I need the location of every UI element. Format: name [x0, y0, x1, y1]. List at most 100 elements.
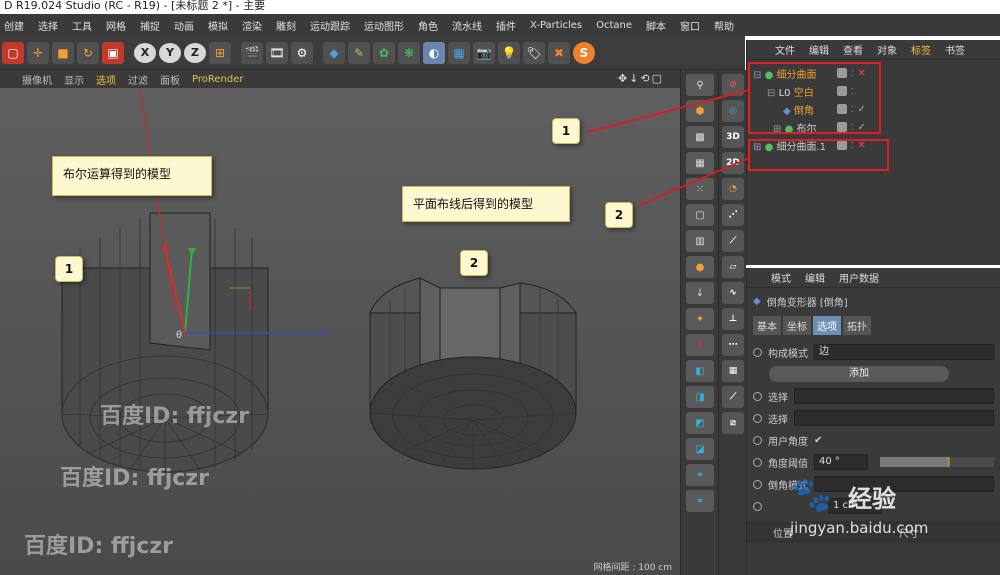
- bevel-mode-radio[interactable]: [753, 479, 762, 489]
- enabled-check-icon[interactable]: ✓: [858, 104, 866, 115]
- menu-item-plugins[interactable]: 插件: [496, 18, 516, 33]
- snap-axis-icon[interactable]: ⊥: [722, 308, 744, 330]
- om-menu-edit[interactable]: 编辑: [809, 42, 829, 57]
- snap-enable-icon[interactable]: ⬇: [686, 334, 714, 356]
- am-menu-userdata[interactable]: 用户数据: [839, 270, 879, 285]
- menu-item-animate[interactable]: 动画: [174, 18, 194, 33]
- user-angle-radio[interactable]: [753, 435, 762, 445]
- menu-item-window[interactable]: 窗口: [680, 18, 700, 33]
- scale-tool-icon[interactable]: ■: [52, 41, 74, 64]
- axis-y-button[interactable]: Y: [159, 42, 181, 63]
- rotate-tool-icon[interactable]: ↻: [77, 41, 99, 64]
- make-editable-icon[interactable]: ⚲: [686, 74, 714, 96]
- viewport-menu-prorender[interactable]: ProRender: [192, 74, 243, 85]
- plane-model[interactable]: [369, 277, 577, 470]
- array-icon[interactable]: ❋: [398, 41, 420, 64]
- points-mode-icon[interactable]: ⁙: [686, 178, 714, 200]
- om-menu-file[interactable]: 文件: [775, 42, 795, 57]
- snap-edge-icon[interactable]: ⟋: [722, 230, 744, 252]
- tree-row-bevel[interactable]: ◆ 倒角 ⁚ ✓: [747, 100, 1000, 118]
- model-mode-icon[interactable]: ⬢: [686, 100, 714, 122]
- om-menu-tags[interactable]: 标签: [911, 42, 931, 57]
- snap-guide-icon[interactable]: ⟋: [722, 386, 744, 408]
- viewport-menu-panel[interactable]: 面板: [160, 72, 180, 87]
- stereo-view-2-icon[interactable]: ⚭: [686, 490, 714, 512]
- snap-3d-button[interactable]: 3D: [722, 126, 744, 148]
- component-mode-select[interactable]: 边: [814, 344, 994, 360]
- viewport-layout-2-icon[interactable]: ◨: [686, 386, 714, 408]
- angle-threshold-radio[interactable]: [753, 457, 762, 467]
- menu-item-tools[interactable]: 工具: [72, 18, 92, 33]
- menu-item-render[interactable]: 渲染: [242, 18, 262, 33]
- om-menu-view[interactable]: 查看: [843, 42, 863, 57]
- viewport-layout-4-icon[interactable]: ◪: [686, 438, 714, 460]
- angle-threshold-field[interactable]: 40 °: [814, 454, 868, 470]
- coordinate-system-icon[interactable]: ⊞: [209, 41, 231, 64]
- select-2-field[interactable]: [794, 410, 994, 426]
- viewport-layout-1-icon[interactable]: ◧: [686, 360, 714, 382]
- snap-2d-button[interactable]: 2D: [722, 152, 744, 174]
- 3d-viewport[interactable]: θ 百度ID: ffjczr 百度ID: ffjczr 百度ID: ffjczr…: [0, 88, 680, 575]
- viewport-menu-camera[interactable]: 摄像机: [22, 72, 52, 87]
- am-menu-edit[interactable]: 编辑: [805, 270, 825, 285]
- subdivision-icon[interactable]: ✿: [373, 41, 395, 64]
- menu-item-create[interactable]: 创建: [4, 18, 24, 33]
- user-angle-checkbox[interactable]: ✔: [814, 435, 822, 446]
- edges-mode-icon[interactable]: ▢: [686, 204, 714, 226]
- select-1-radio[interactable]: [753, 391, 762, 401]
- recent-tool-icon[interactable]: ▣: [102, 41, 124, 64]
- menu-item-motion-tracking[interactable]: 运动跟踪: [310, 18, 350, 33]
- offset-radio[interactable]: [753, 501, 762, 511]
- octane-icon[interactable]: S: [573, 41, 595, 64]
- enabled-check-icon[interactable]: ✓: [858, 122, 866, 133]
- workplane-icon[interactable]: ▦: [686, 152, 714, 174]
- tree-row-subdivision-1[interactable]: ⊞ ● 细分曲面.1 ⁚ ✕: [747, 136, 1000, 154]
- tab-coordinates[interactable]: 坐标: [783, 316, 811, 335]
- menu-item-sculpt[interactable]: 雕刻: [276, 18, 296, 33]
- tree-row-subdivision[interactable]: ⊟ ● 细分曲面 ⁚ ✕: [747, 64, 1000, 82]
- menu-item-character[interactable]: 角色: [418, 18, 438, 33]
- axis-z-button[interactable]: Z: [184, 42, 206, 63]
- viewport-menu-display[interactable]: 显示: [64, 72, 84, 87]
- polygons-mode-icon[interactable]: ▥: [686, 230, 714, 252]
- om-menu-objects[interactable]: 对象: [877, 42, 897, 57]
- menu-item-mograph[interactable]: 运动图形: [364, 18, 404, 33]
- select-2-radio[interactable]: [753, 413, 762, 423]
- selection-tool-icon[interactable]: ▢: [2, 41, 24, 64]
- tree-row-null[interactable]: ⊟ L0 空白 ⁚: [747, 82, 1000, 100]
- menu-item-select[interactable]: 选择: [38, 18, 58, 33]
- tab-topology[interactable]: 拓扑: [843, 316, 871, 335]
- light-icon[interactable]: 💡: [498, 41, 520, 64]
- menu-item-xparticles[interactable]: X-Particles: [530, 20, 582, 31]
- component-mode-radio[interactable]: [753, 347, 762, 357]
- move-tool-icon[interactable]: ✛: [27, 41, 49, 64]
- menu-item-snap[interactable]: 捕捉: [140, 18, 160, 33]
- texture-mode-icon[interactable]: ▩: [686, 126, 714, 148]
- select-1-field[interactable]: [794, 388, 994, 404]
- om-menu-bookmarks[interactable]: 书签: [945, 42, 965, 57]
- disabled-icon[interactable]: ✕: [858, 68, 866, 79]
- snap-settings-icon[interactable]: ◎: [722, 100, 744, 122]
- snap-spline-icon[interactable]: ∿: [722, 282, 744, 304]
- menu-item-pipeline[interactable]: 流水线: [452, 18, 482, 33]
- menu-item-octane[interactable]: Octane: [596, 20, 632, 31]
- menu-item-help[interactable]: 帮助: [714, 18, 734, 33]
- disabled-icon[interactable]: ✕: [858, 140, 866, 151]
- add-button[interactable]: 添加: [769, 366, 949, 382]
- xparticles-icon[interactable]: ✖: [548, 41, 570, 64]
- viewport-menu-filter[interactable]: 过滤: [128, 72, 148, 87]
- axis-mode-icon[interactable]: ●: [686, 256, 714, 278]
- tweak-mode-icon[interactable]: ↓: [686, 282, 714, 304]
- menu-item-mesh[interactable]: 网格: [106, 18, 126, 33]
- render-settings-icon[interactable]: ⚙: [291, 41, 313, 64]
- menu-item-simulate[interactable]: 模拟: [208, 18, 228, 33]
- render-view-icon[interactable]: 🎬: [241, 41, 263, 64]
- snap-auto-icon[interactable]: ◔: [722, 178, 744, 200]
- camera-icon[interactable]: 📷: [473, 41, 495, 64]
- floor-icon[interactable]: ▦: [448, 41, 470, 64]
- stereo-view-icon[interactable]: ⚭: [686, 464, 714, 486]
- snap-midpoint-icon[interactable]: ⋯: [722, 334, 744, 356]
- solo-icon[interactable]: ✦: [686, 308, 714, 330]
- viewport-navigation-icons[interactable]: ✥↓⟲▢: [618, 72, 664, 85]
- viewport-layout-3-icon[interactable]: ◩: [686, 412, 714, 434]
